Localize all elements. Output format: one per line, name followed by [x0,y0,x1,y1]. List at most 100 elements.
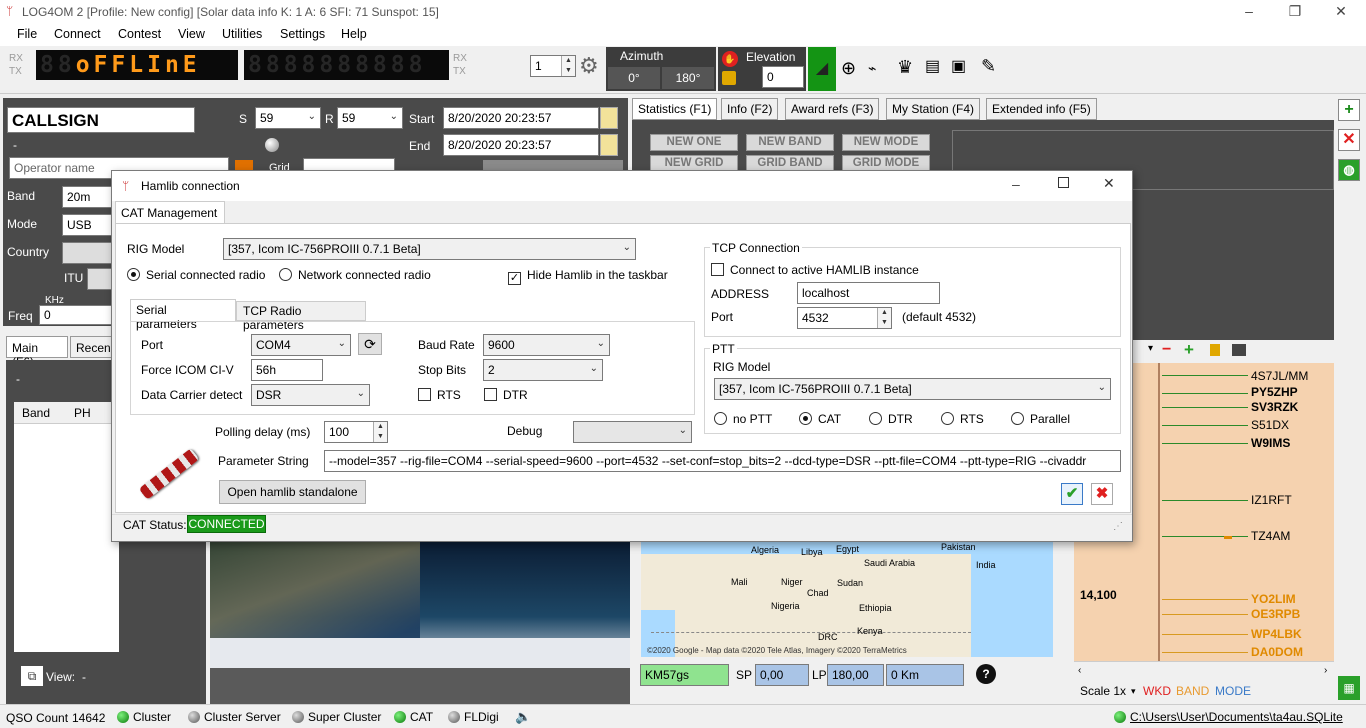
crown-icon[interactable]: ♛ [897,57,913,77]
folder-icon[interactable] [1232,344,1246,356]
menu-view[interactable]: View [178,27,205,41]
close-icon[interactable]: ✕ [1318,0,1364,24]
ptt-rig-model-select[interactable]: [357, Icom IC-756PROIII 0.7.1 Beta] ⌄ [714,378,1111,400]
debug-select[interactable]: ⌄ [573,421,692,443]
scale-select[interactable]: Scale 1x [1080,684,1126,698]
force-civ-input[interactable]: 56h [251,359,323,381]
super-cluster-status[interactable]: Super Cluster [292,710,381,724]
chevron-right-icon[interactable]: › [1324,665,1327,676]
spot-callsign[interactable]: 4S7JL/MM [1251,369,1308,383]
ptt-option-no-ptt[interactable]: no PTT [714,412,772,426]
baud-rate-select[interactable]: 9600 ⌄ [483,334,610,356]
satellite-icon[interactable]: ⌁ [868,58,876,78]
cluster-server-status[interactable]: Cluster Server [188,710,281,724]
spin-arrows-icon[interactable]: ▲ ▼ [561,56,575,76]
menu-file[interactable]: File [17,27,37,41]
polling-delay-input[interactable]: 100 ▲ ▼ [324,421,388,443]
cancel-icon[interactable]: ✖ [1091,483,1113,505]
rst-sent-select[interactable]: 59 ⌄ [255,107,321,129]
azimuth-long-path[interactable]: 180° [662,67,714,89]
start-time-input[interactable]: 8/20/2020 20:23:57 [443,107,599,129]
tab-recent[interactable]: Recen [70,336,112,358]
chevron-left-icon[interactable]: ‹ [1078,665,1081,676]
spot-callsign[interactable]: TZ4AM [1251,529,1290,543]
menu-help[interactable]: Help [341,27,367,41]
hide-hamlib-checkbox[interactable]: ✓ Hide Hamlib in the taskbar [508,268,668,285]
refresh-icon[interactable]: ⟳ [358,333,382,355]
stop-bits-select[interactable]: 2 ⌄ [483,359,603,381]
end-time-input[interactable]: 8/20/2020 20:23:57 [443,134,599,156]
ptt-option-rts[interactable]: RTS [941,412,984,426]
serial-radio-option[interactable]: Serial connected radio [127,268,265,282]
callsign-input[interactable]: CALLSIGN [7,107,195,133]
help-icon[interactable]: ? [976,664,996,684]
spot-callsign[interactable]: S51DX [1251,418,1289,432]
bandmap-scroll[interactable]: ‹ › [1074,661,1334,681]
ptt-option-parallel[interactable]: Parallel [1011,412,1070,426]
tab-info[interactable]: Info (F2) [721,98,779,120]
menu-utilities[interactable]: Utilities [222,27,262,41]
spot-callsign[interactable]: W9IMS [1251,436,1290,450]
lock-icon[interactable] [722,71,736,85]
rig-model-select[interactable]: [357, Icom IC-756PROIII 0.7.1 Beta] ⌄ [223,238,636,260]
vfo-spinner[interactable]: 1 ▲ ▼ [530,55,576,77]
spin-arrows-icon[interactable]: ▲ ▼ [373,422,387,442]
spot-callsign[interactable]: YO2LIM [1251,592,1296,606]
fldigi-status[interactable]: FLDigi [448,710,499,724]
dcd-select[interactable]: DSR ⌄ [251,384,370,406]
spot-callsign[interactable]: SV3RZK [1251,400,1298,414]
globe-icon[interactable]: ⊕ [841,58,856,78]
tab-serial-parameters[interactable]: Serial parameters [130,299,236,331]
stop-hand-icon[interactable]: ✋ [722,51,738,67]
resize-grip-icon[interactable]: ⋰ [1113,521,1123,532]
grid-icon[interactable]: ▦ [1338,676,1360,700]
lock-icon[interactable] [600,107,618,129]
delete-qso-icon[interactable]: ✕ [1338,129,1360,151]
rst-received-select[interactable]: 59 ⌄ [337,107,403,129]
tab-statistics[interactable]: Statistics (F1) [632,98,718,120]
confirm-icon[interactable]: ✔ [1061,483,1083,505]
minimize-icon[interactable]: – [1012,176,1020,192]
add-qso-icon[interactable]: + [1338,99,1360,121]
open-hamlib-standalone-button[interactable]: Open hamlib standalone [219,480,366,504]
cat-status[interactable]: CAT [394,710,433,724]
gear-icon[interactable]: ⚙ [579,54,599,78]
ptt-option-dtr[interactable]: DTR [869,412,913,426]
globe-lookup-icon[interactable]: ◍ [1338,159,1360,181]
azimuth-short-path[interactable]: 0° [608,67,660,89]
server-icon[interactable]: ▤ [925,57,940,77]
spot-callsign[interactable]: WP4LBK [1251,627,1302,641]
close-icon[interactable]: ✕ [1103,175,1115,192]
frequency-input[interactable]: 0 [39,305,113,325]
tab-award-refs[interactable]: Award refs (F3) [785,98,880,120]
minus-icon[interactable]: − [1162,341,1171,359]
chevron-down-icon[interactable]: ▾ [1131,686,1136,697]
pen-icon[interactable]: ✎ [981,56,996,76]
lock-icon[interactable] [600,134,618,156]
network-radio-option[interactable]: Network connected radio [279,268,431,282]
restore-icon[interactable]: ❐ [1272,0,1318,24]
chevron-down-icon[interactable]: ▾ [1148,343,1153,354]
address-input[interactable]: localhost [797,282,940,304]
port-select[interactable]: COM4 ⌄ [251,334,351,356]
spot-callsign[interactable]: IZ1RFT [1251,493,1292,507]
signal-icon[interactable]: ◢ [808,47,836,91]
mode-select[interactable]: USB [62,214,112,236]
plus-icon[interactable]: + [1184,340,1194,360]
itu-input[interactable] [87,268,113,290]
lock-icon[interactable] [1210,344,1220,356]
connect-active-checkbox[interactable]: Connect to active HAMLIB instance [711,263,919,277]
dtr-checkbox[interactable]: DTR [484,388,528,402]
spot-callsign[interactable]: OE3RPB [1251,607,1300,621]
rts-checkbox[interactable]: RTS [418,388,461,402]
tab-my-station[interactable]: My Station (F4) [886,98,981,120]
spin-arrows-icon[interactable]: ▲ ▼ [877,308,891,328]
maximize-icon[interactable] [1058,177,1069,188]
view-icon[interactable]: ⧉ [21,666,43,686]
spot-callsign[interactable]: DA0DOM [1251,645,1303,659]
cluster-status[interactable]: Cluster [117,710,171,724]
tab-cat-management[interactable]: CAT Management [115,201,225,223]
tab-tcp-radio-parameters[interactable]: TCP Radio parameters [236,301,366,332]
tcp-port-input[interactable]: 4532 ▲ ▼ [797,307,892,329]
tab-main[interactable]: Main (F6) [6,336,68,369]
